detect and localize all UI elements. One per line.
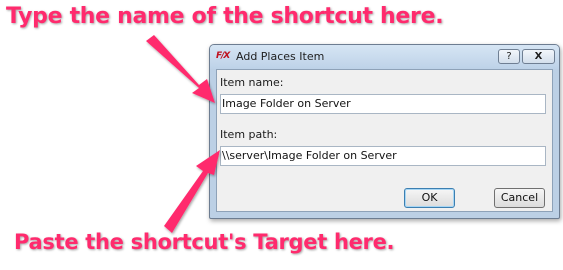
item-name-input[interactable]: Image Folder on Server: [220, 94, 546, 114]
item-path-input[interactable]: \\server\Image Folder on Server: [220, 146, 546, 166]
dialog-client-area: Item name: Image Folder on Server Item p…: [216, 69, 553, 212]
ok-button[interactable]: OK: [404, 188, 455, 208]
app-logo-icon: F/X: [216, 51, 230, 61]
item-path-label: Item path:: [220, 128, 278, 141]
annotation-paste-target: Paste the shortcut's Target here.: [14, 230, 395, 254]
dialog-titlebar[interactable]: F/X Add Places Item ? X: [210, 45, 559, 69]
cancel-button[interactable]: Cancel: [494, 188, 545, 208]
dialog-title: Add Places Item: [236, 50, 325, 63]
close-button[interactable]: X: [522, 49, 555, 64]
item-name-label: Item name:: [220, 76, 284, 89]
add-places-item-dialog: F/X Add Places Item ? X Item name: Image…: [209, 44, 560, 219]
help-button[interactable]: ?: [498, 49, 520, 64]
arrow-to-item-name-icon: [146, 35, 215, 103]
annotation-type-name: Type the name of the shortcut here.: [6, 4, 444, 29]
